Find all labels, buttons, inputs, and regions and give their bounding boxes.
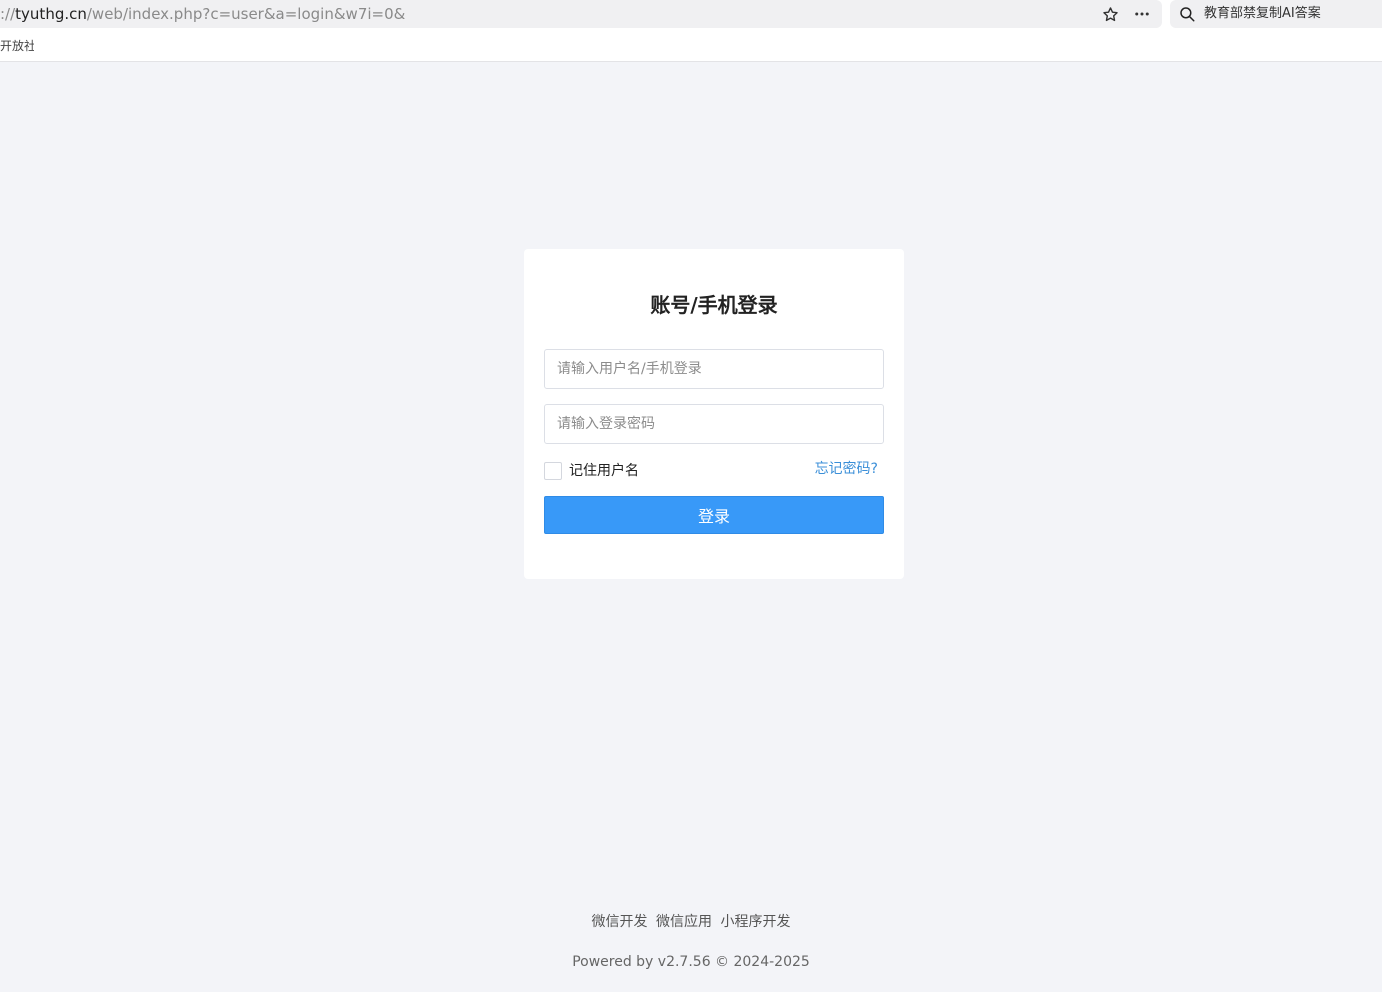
- url-text[interactable]: ://tyuthg.cn/web/index.php?c=user&a=logi…: [0, 4, 405, 24]
- address-bar[interactable]: ://tyuthg.cn/web/index.php?c=user&a=logi…: [0, 0, 1162, 28]
- browser-toolbar: ://tyuthg.cn/web/index.php?c=user&a=logi…: [0, 0, 1382, 28]
- bookmark-star-button[interactable]: [1099, 3, 1121, 25]
- login-card: 账号/手机登录 记住用户名 忘记密码? 登录: [524, 249, 904, 579]
- more-icon: [1135, 12, 1149, 16]
- footer-link-wechat-apps[interactable]: 微信应用: [656, 914, 712, 930]
- star-icon: [1102, 6, 1118, 21]
- remember-username-label[interactable]: 记住用户名: [569, 462, 639, 480]
- login-title: 账号/手机登录: [650, 293, 778, 317]
- more-menu-button[interactable]: [1131, 3, 1153, 25]
- password-input[interactable]: [544, 404, 884, 444]
- footer-links: 微信开发 微信应用 小程序开发: [0, 912, 1382, 932]
- url-path: /web/index.php?c=user&a=login&w7i=0&: [86, 5, 406, 23]
- copyright-text: Powered by v2.7.56 © 2024-2025: [572, 954, 810, 970]
- footer-link-wechat-dev[interactable]: 微信开发: [592, 914, 648, 930]
- remember-row: 记住用户名 忘记密码?: [544, 460, 884, 482]
- bookmark-item[interactable]: 开放社: [0, 38, 34, 54]
- footer-link-miniprogram-dev[interactable]: 小程序开发: [720, 914, 790, 930]
- bookmarks-bar: 开放社: [0, 28, 1382, 62]
- forgot-password-link[interactable]: 忘记密码?: [815, 460, 878, 478]
- remember-username-checkbox[interactable]: [544, 462, 562, 480]
- url-prefix: ://: [0, 5, 16, 23]
- search-suggestion-text: 教育部禁复制AI答案: [1204, 6, 1321, 21]
- url-host: tyuthg.cn: [15, 5, 87, 23]
- browser-search-box[interactable]: 教育部禁复制AI答案: [1170, 0, 1382, 28]
- search-icon: [1180, 7, 1195, 22]
- username-input[interactable]: [544, 349, 884, 389]
- login-button[interactable]: 登录: [544, 496, 884, 534]
